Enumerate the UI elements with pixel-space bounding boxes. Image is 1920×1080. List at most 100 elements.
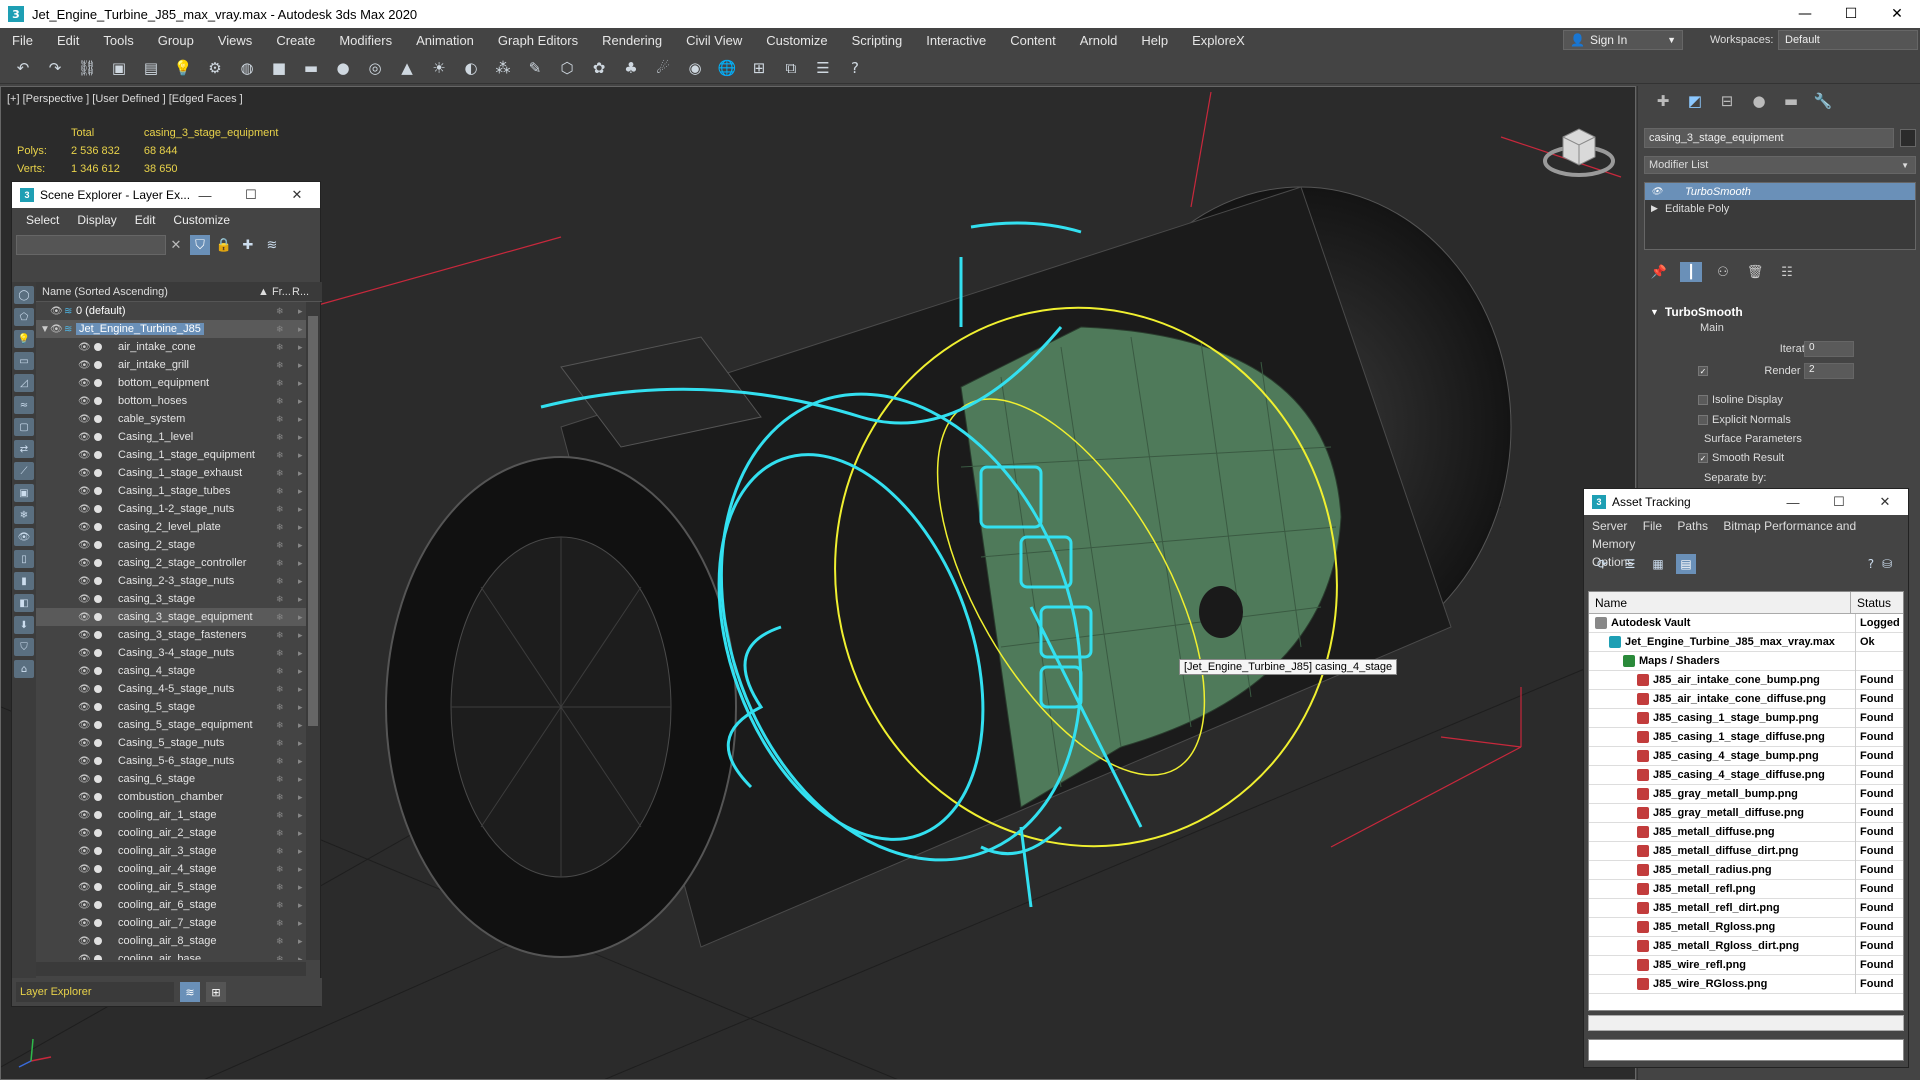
renderable-icon[interactable]: ▸: [298, 540, 303, 551]
display-frozen-icon[interactable]: ❄: [14, 506, 34, 524]
visibility-eye-icon[interactable]: 👁: [78, 648, 91, 659]
display-invert-icon[interactable]: ◧: [14, 594, 34, 612]
freeze-icon[interactable]: ❄: [276, 918, 284, 929]
name-column-header[interactable]: Name (Sorted Ascending): [36, 286, 258, 298]
asset-row[interactable]: J85_air_intake_cone_diffuse.png Found: [1589, 689, 1903, 709]
visibility-eye-icon[interactable]: 👁: [78, 954, 91, 961]
asset-row[interactable]: J85_casing_4_stage_diffuse.png Found: [1589, 765, 1903, 785]
object-row[interactable]: 👁 casing_2_stage_controller ❄ ▸: [36, 554, 306, 572]
object-row[interactable]: 👁 cooling_air_2_stage ❄ ▸: [36, 824, 306, 842]
at-minimize-button[interactable]: —: [1770, 489, 1816, 515]
object-row[interactable]: 👁 Casing_1_stage_equipment ❄ ▸: [36, 446, 306, 464]
asset-row[interactable]: J85_wire_refl.png Found: [1589, 955, 1903, 975]
asset-row[interactable]: J85_metall_Rgloss_dirt.png Found: [1589, 936, 1903, 956]
visibility-eye-icon[interactable]: 👁: [78, 882, 91, 893]
se-minimize-button[interactable]: —: [182, 182, 228, 208]
object-row[interactable]: 👁 cooling_air_1_stage ❄ ▸: [36, 806, 306, 824]
renderable-icon[interactable]: ▸: [298, 828, 303, 839]
object-row[interactable]: 👁 bottom_hoses ❄ ▸: [36, 392, 306, 410]
menu-graph-editors[interactable]: Graph Editors: [486, 33, 590, 48]
modifier-list-dropdown[interactable]: Modifier List ▼: [1644, 156, 1916, 174]
layer-row[interactable]: 👁 ≋ 0 (default) ❄ ▸: [36, 302, 306, 320]
visibility-eye-icon[interactable]: 👁: [78, 900, 91, 911]
renderable-icon[interactable]: ▸: [298, 558, 303, 569]
renderable-icon[interactable]: ▸: [298, 450, 303, 461]
isoline-checkbox[interactable]: [1698, 395, 1708, 405]
renderable-icon[interactable]: ▸: [298, 756, 303, 767]
at-menu-file[interactable]: File: [1643, 519, 1662, 533]
visibility-eye-icon[interactable]: 👁: [78, 846, 91, 857]
object-row[interactable]: 👁 Casing_1_stage_exhaust ❄ ▸: [36, 464, 306, 482]
display-warps-icon[interactable]: ≈: [14, 396, 34, 414]
modifier-turbosmooth[interactable]: 👁 TurboSmooth: [1645, 183, 1915, 200]
visibility-eye-icon[interactable]: 👁: [78, 468, 91, 479]
object-name-field[interactable]: casing_3_stage_equipment: [1644, 128, 1894, 148]
at-menu-bitmap[interactable]: Bitmap Performance and Memory: [1592, 519, 1856, 551]
explicit-normals-option[interactable]: Explicit Normals: [1644, 410, 1916, 430]
proxy-icon[interactable]: ⬡: [554, 55, 580, 81]
clear-search-icon[interactable]: ✕: [166, 238, 186, 253]
se-close-button[interactable]: ✕: [274, 182, 320, 208]
menu-edit[interactable]: Edit: [45, 33, 91, 48]
close-button[interactable]: ✕: [1874, 0, 1920, 28]
se-vertical-scrollbar[interactable]: [306, 302, 320, 960]
object-row[interactable]: 👁 air_intake_grill ❄ ▸: [36, 356, 306, 374]
visibility-eye-icon[interactable]: 👁: [78, 702, 91, 713]
renderable-icon[interactable]: ▸: [298, 576, 303, 587]
create-tab-icon[interactable]: ✚: [1652, 90, 1674, 112]
renderable-icon[interactable]: ▸: [298, 864, 303, 875]
freeze-icon[interactable]: ❄: [276, 576, 284, 587]
asset-tracking-titlebar[interactable]: 3 Asset Tracking — ☐ ✕: [1584, 489, 1908, 515]
expand-arrow-icon[interactable]: ▼: [40, 324, 50, 335]
add-layer-icon[interactable]: ✚: [238, 235, 258, 255]
object-row[interactable]: 👁 Casing_1_stage_tubes ❄ ▸: [36, 482, 306, 500]
workspace-select[interactable]: Default: [1778, 30, 1918, 50]
object-row[interactable]: 👁 casing_2_level_plate ❄ ▸: [36, 518, 306, 536]
object-row[interactable]: 👁 cooling_air_3_stage ❄ ▸: [36, 842, 306, 860]
refresh-icon[interactable]: ⟳: [1592, 554, 1612, 574]
menu-create[interactable]: Create: [264, 33, 327, 48]
visibility-eye-icon[interactable]: 👁: [78, 774, 91, 785]
freeze-icon[interactable]: ❄: [276, 378, 284, 389]
visibility-eye-icon[interactable]: 👁: [78, 558, 91, 569]
visibility-eye-icon[interactable]: 👁: [78, 396, 91, 407]
renderable-icon[interactable]: ▸: [298, 378, 303, 389]
object-row[interactable]: 👁 cooling_air_8_stage ❄ ▸: [36, 932, 306, 950]
thumbnail-view-icon[interactable]: ▦: [1648, 554, 1668, 574]
renderable-icon[interactable]: ▸: [298, 486, 303, 497]
freeze-icon[interactable]: ❄: [276, 846, 284, 857]
renderable-icon[interactable]: ▸: [298, 612, 303, 623]
at-close-button[interactable]: ✕: [1862, 489, 1908, 515]
torus-icon[interactable]: ◎: [362, 55, 388, 81]
renderable-icon[interactable]: ▸: [298, 504, 303, 515]
hierarchy-icon[interactable]: ⊞: [206, 982, 226, 1002]
se-maximize-button[interactable]: ☐: [228, 182, 274, 208]
freeze-icon[interactable]: ❄: [276, 468, 284, 479]
renderable-icon[interactable]: ▸: [298, 810, 303, 821]
renderable-icon[interactable]: ▸: [298, 738, 303, 749]
display-bones-icon[interactable]: ⟋: [14, 462, 34, 480]
remove-modifier-icon[interactable]: 🗑: [1744, 262, 1766, 282]
freeze-icon[interactable]: ❄: [276, 900, 284, 911]
visibility-eye-icon[interactable]: 👁: [78, 486, 91, 497]
freeze-icon[interactable]: ❄: [276, 684, 284, 695]
at-maximize-button[interactable]: ☐: [1816, 489, 1862, 515]
freeze-icon[interactable]: ❄: [276, 486, 284, 497]
visibility-eye-icon[interactable]: 👁: [78, 504, 91, 515]
visibility-eye-icon[interactable]: 👁: [78, 810, 91, 821]
menu-tools[interactable]: Tools: [91, 33, 145, 48]
object-row[interactable]: 👁 Casing_4-5_stage_nuts ❄ ▸: [36, 680, 306, 698]
visibility-eye-icon[interactable]: 👁: [78, 738, 91, 749]
object-row[interactable]: 👁 casing_2_stage ❄ ▸: [36, 536, 306, 554]
freeze-icon[interactable]: ❄: [276, 450, 284, 461]
object-row[interactable]: 👁 Casing_1-2_stage_nuts ❄ ▸: [36, 500, 306, 518]
renderable-icon[interactable]: ▸: [298, 432, 303, 443]
asset-row[interactable]: J85_metall_diffuse_dirt.png Found: [1589, 841, 1903, 861]
visibility-eye-icon[interactable]: 👁: [78, 594, 91, 605]
object-row[interactable]: 👁 cable_system ❄ ▸: [36, 410, 306, 428]
freeze-icon[interactable]: ❄: [276, 432, 284, 443]
sphere-icon[interactable]: ●: [330, 55, 356, 81]
configure-sets-icon[interactable]: ☷: [1776, 262, 1798, 282]
asset-horizontal-scrollbar[interactable]: [1588, 1015, 1904, 1031]
minimize-button[interactable]: —: [1782, 0, 1828, 28]
